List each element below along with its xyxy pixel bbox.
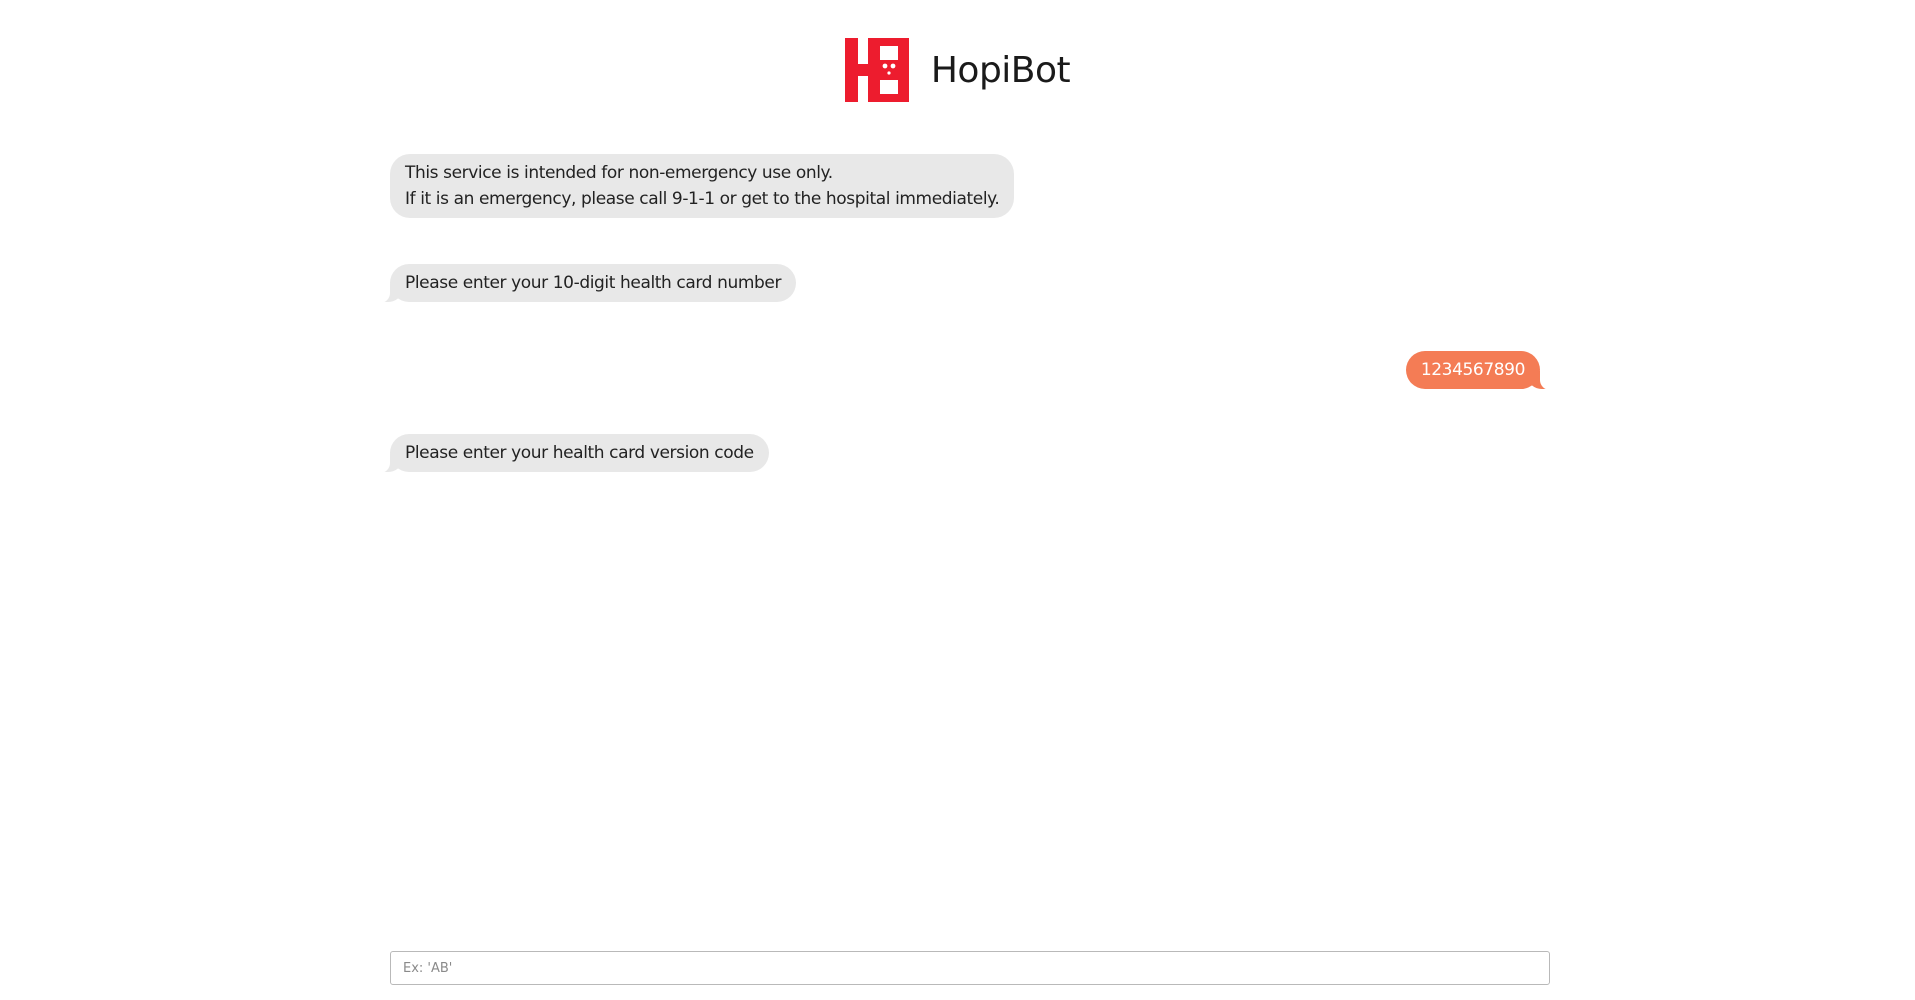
app-title: HopiBot bbox=[930, 49, 1071, 91]
app-header: HopiBot bbox=[0, 35, 1915, 105]
message-input[interactable] bbox=[390, 951, 1550, 985]
bot-message: Please enter your health card version co… bbox=[378, 434, 769, 473]
page: HopiBot This service is intended for non… bbox=[0, 0, 1915, 1000]
bot-message: Please enter your 10-digit health card n… bbox=[377, 264, 797, 303]
message-text: Please enter your 10-digit health card n… bbox=[405, 273, 782, 293]
user-message: 1234567890 bbox=[1405, 351, 1553, 390]
message-text: This service is intended for non-emergen… bbox=[405, 163, 833, 183]
message-text: 1234567890 bbox=[1420, 360, 1526, 380]
message-input-area bbox=[390, 951, 1550, 985]
hopibot-logo-icon bbox=[844, 38, 909, 102]
message-text: If it is an emergency, please call 9-1-1… bbox=[405, 189, 1000, 209]
bot-message: This service is intended for non-emergen… bbox=[390, 154, 1015, 218]
message-text: Please enter your health card version co… bbox=[405, 443, 754, 463]
